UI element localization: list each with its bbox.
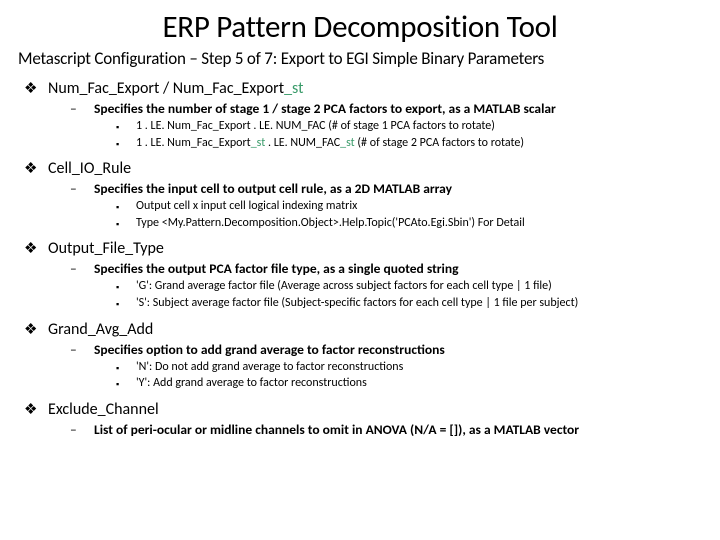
section-head: ❖ Num_Fac_Export / Num_Fac_Export_st (24, 79, 702, 98)
square-bullet-icon: ▪ (116, 299, 136, 311)
head-text: Exclude_Channel (48, 400, 159, 419)
section-desc: – List of peri-ocular or midline channel… (70, 421, 702, 438)
desc-text: Specifies the input cell to output cell … (94, 180, 452, 197)
section-head: ❖ Exclude_Channel (24, 400, 702, 419)
list-item: ▪ 1 . LE. Num_Fac_Export . LE. NUM_FAC (… (116, 119, 702, 135)
page-subtitle: Metascript Configuration – Step 5 of 7: … (18, 48, 702, 69)
desc-text: Specifies option to add grand average to… (94, 341, 445, 358)
list-item: ▪ 'N': Do not add grand average to facto… (116, 360, 702, 376)
list-item: ▪ Type <My.Pattern.Decomposition.Object>… (116, 216, 702, 232)
item-text: 1 . LE. Num_Fac_Export . LE. NUM_FAC (# … (136, 119, 495, 135)
section-head: ❖ Grand_Avg_Add (24, 320, 702, 339)
head-text: Num_Fac_Export / Num_Fac_Export (48, 79, 284, 98)
section-cell-io-rule: ❖ Cell_IO_Rule – Specifies the input cel… (24, 159, 702, 231)
square-bullet-icon: ▪ (116, 282, 136, 294)
square-bullet-icon: ▪ (116, 139, 136, 151)
list-item: ▪ Output cell x input cell logical index… (116, 199, 702, 215)
section-num-fac-export: ❖ Num_Fac_Export / Num_Fac_Export_st – S… (24, 79, 702, 151)
section-desc: – Specifies the output PCA factor file t… (70, 260, 702, 277)
diamond-bullet-icon: ❖ (24, 239, 48, 258)
section-head: ❖ Cell_IO_Rule (24, 159, 702, 178)
section-grand-avg-add: ❖ Grand_Avg_Add – Specifies option to ad… (24, 320, 702, 392)
diamond-bullet-icon: ❖ (24, 79, 48, 98)
item-text: . LE. NUM_FAC (265, 136, 340, 150)
item-suffix: _st (340, 136, 355, 150)
item-text: 'S': Subject average factor file (Subjec… (136, 296, 578, 312)
section-desc: – Specifies the input cell to output cel… (70, 180, 702, 197)
diamond-bullet-icon: ❖ (24, 400, 48, 419)
section-desc: – Specifies the number of stage 1 / stag… (70, 100, 702, 117)
section-output-file-type: ❖ Output_File_Type – Specifies the outpu… (24, 239, 702, 311)
item-text: 1 . LE. Num_Fac_Export (136, 136, 251, 150)
page-title: ERP Pattern Decomposition Tool (18, 8, 702, 46)
square-bullet-icon: ▪ (116, 379, 136, 391)
desc-text: Specifies the number of stage 1 / stage … (94, 100, 556, 117)
section-exclude-channel: ❖ Exclude_Channel – List of peri-ocular … (24, 400, 702, 438)
head-text: Output_File_Type (48, 239, 164, 258)
list-item: ▪ 1 . LE. Num_Fac_Export_st . LE. NUM_FA… (116, 136, 702, 152)
dash-bullet-icon: – (70, 341, 94, 358)
section-head: ❖ Output_File_Type (24, 239, 702, 258)
list-item: ▪ 'Y': Add grand average to factor recon… (116, 376, 702, 392)
desc-text: Specifies the output PCA factor file typ… (94, 260, 459, 277)
square-bullet-icon: ▪ (116, 122, 136, 134)
desc-text: List of peri-ocular or midline channels … (94, 421, 579, 438)
head-suffix: _st (284, 79, 303, 98)
item-text: 'N': Do not add grand average to factor … (136, 360, 403, 376)
section-desc: – Specifies option to add grand average … (70, 341, 702, 358)
dash-bullet-icon: – (70, 421, 94, 438)
dash-bullet-icon: – (70, 260, 94, 277)
head-text: Grand_Avg_Add (48, 320, 153, 339)
square-bullet-icon: ▪ (116, 202, 136, 214)
diamond-bullet-icon: ❖ (24, 159, 48, 178)
square-bullet-icon: ▪ (116, 219, 136, 231)
item-suffix: _st (251, 136, 266, 150)
item-text: 'G': Grand average factor file (Average … (136, 279, 552, 295)
item-text: (# of stage 2 PCA factors to rotate) (355, 136, 524, 150)
list-item: ▪ 'G': Grand average factor file (Averag… (116, 279, 702, 295)
diamond-bullet-icon: ❖ (24, 320, 48, 339)
item-text: Output cell x input cell logical indexin… (136, 199, 357, 215)
square-bullet-icon: ▪ (116, 363, 136, 375)
head-text: Cell_IO_Rule (48, 159, 131, 178)
item-text: 'Y': Add grand average to factor reconst… (136, 376, 367, 392)
dash-bullet-icon: – (70, 180, 94, 197)
dash-bullet-icon: – (70, 100, 94, 117)
list-item: ▪ 'S': Subject average factor file (Subj… (116, 296, 702, 312)
item-text: Type <My.Pattern.Decomposition.Object>.H… (136, 216, 525, 232)
